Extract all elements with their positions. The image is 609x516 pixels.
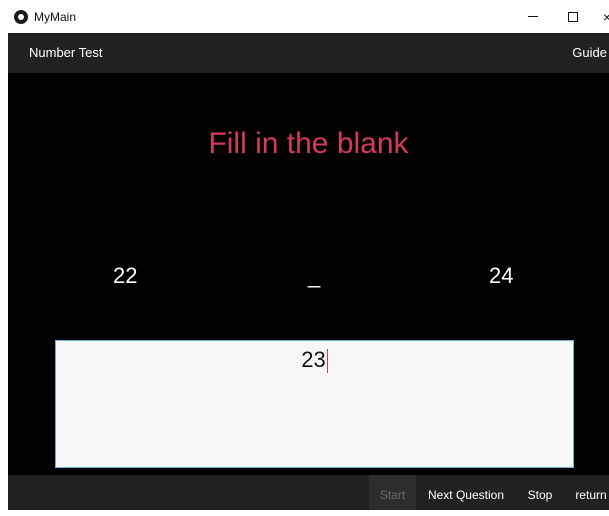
answer-input[interactable]: 23 bbox=[55, 340, 574, 468]
page-title: Number Test bbox=[29, 45, 103, 60]
start-button[interactable]: Start bbox=[369, 475, 416, 510]
sequence-blank: _ bbox=[308, 263, 321, 288]
return-button[interactable]: return bbox=[573, 475, 609, 510]
guide-button[interactable]: Guide bbox=[572, 33, 607, 73]
quiz-prompt: Fill in the blank bbox=[208, 127, 409, 160]
maximize-icon bbox=[568, 11, 578, 22]
quiz-area: Fill in the blank 22 _ 24 23 bbox=[8, 73, 609, 475]
next-question-button[interactable]: Next Question bbox=[424, 475, 508, 510]
text-caret bbox=[326, 349, 328, 374]
window-title: MyMain bbox=[34, 9, 77, 24]
minimize-button[interactable] bbox=[515, 0, 551, 33]
maximize-button[interactable] bbox=[555, 0, 591, 33]
close-icon: × bbox=[602, 8, 609, 25]
app-icon bbox=[14, 9, 28, 24]
bottom-toolbar: Start Next Question Stop return bbox=[8, 475, 609, 510]
answer-value: 23 bbox=[301, 347, 326, 372]
close-button[interactable]: × bbox=[589, 0, 609, 33]
window-titlebar[interactable]: MyMain × bbox=[8, 0, 609, 33]
app-header: Number Test Guide bbox=[8, 33, 609, 73]
sequence-number-right: 24 bbox=[489, 263, 514, 288]
app-window: MyMain × Number Test Guide Fill in the b… bbox=[0, 0, 609, 510]
minimize-icon bbox=[528, 16, 538, 17]
stop-button[interactable]: Stop bbox=[523, 475, 557, 510]
sequence-number-left: 22 bbox=[113, 263, 138, 288]
